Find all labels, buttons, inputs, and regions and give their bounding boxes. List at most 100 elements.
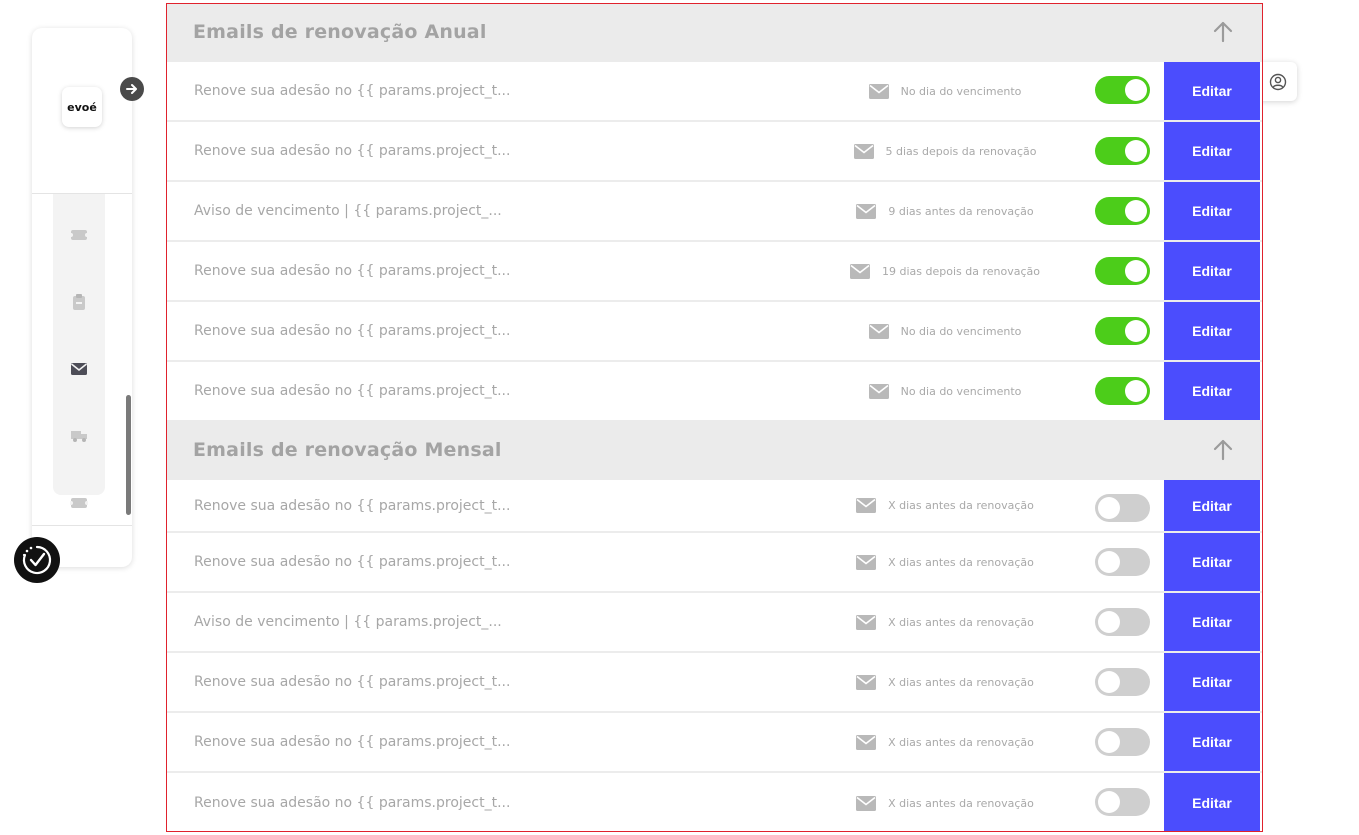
toggle-knob [1098,497,1120,519]
mail-icon [850,263,870,279]
enabled-toggle[interactable] [1095,197,1150,225]
schedule-text: X dias antes da renovação [888,615,1034,629]
user-circle-icon [1269,73,1286,90]
section-header-mensal[interactable]: Emails de renovação Mensal [167,420,1262,480]
arrow-up-icon[interactable] [1210,437,1236,463]
email-subject: Aviso de vencimento | {{ params.project_… [194,203,502,219]
toggle-knob [1098,551,1120,573]
table-row: Renove sua adesão no {{ params.project_t… [167,653,1262,713]
enabled-toggle[interactable] [1095,137,1150,165]
schedule-text: 9 dias antes da renovação [888,204,1034,218]
toggle-knob [1125,380,1147,402]
toggle-knob [1098,791,1120,813]
email-subject: Renove sua adesão no {{ params.project_t… [194,497,511,514]
edit-button[interactable]: Editar [1164,242,1260,300]
arrow-up-icon[interactable] [1210,19,1236,45]
sidebar-nav [53,194,105,508]
email-subject: Renove sua adesão no {{ params.project_t… [194,554,511,570]
email-schedule: No dia do vencimento [817,62,1073,120]
enabled-toggle[interactable] [1095,76,1150,104]
sidebar: evoé [32,28,132,567]
enabled-toggle[interactable] [1095,608,1150,636]
schedule-text: X dias antes da renovação [888,675,1034,689]
schedule-text: No dia do vencimento [900,84,1022,98]
email-subject: Aviso de vencimento | {{ params.project_… [194,614,502,630]
enabled-toggle[interactable] [1095,668,1150,696]
toggle-knob [1098,731,1120,753]
table-row: Renove sua adesão no {{ params.project_t… [167,62,1262,122]
ticket-icon[interactable] [53,223,105,247]
table-row: Aviso de vencimento | {{ params.project_… [167,593,1262,653]
schedule-text: 5 dias depois da renovação [885,144,1037,158]
email-schedule: X dias antes da renovação [817,713,1073,771]
email-schedule: X dias antes da renovação [817,773,1073,831]
mail-icon [856,614,877,630]
table-row: Renove sua adesão no {{ params.project_t… [167,362,1262,420]
sidebar-scrollbar[interactable] [126,395,131,515]
toggle-knob [1125,200,1147,222]
section-header-anual[interactable]: Emails de renovação Anual [167,4,1262,62]
accessibility-button[interactable] [14,537,60,583]
table-row: Renove sua adesão no {{ params.project_t… [167,713,1262,773]
schedule-text: 19 dias depois da renovação [882,264,1040,278]
edit-button[interactable]: Editar [1164,362,1260,420]
edit-button[interactable]: Editar [1164,773,1260,831]
table-row: Renove sua adesão no {{ params.project_t… [167,122,1262,182]
email-schedule: 5 dias depois da renovação [817,122,1073,180]
edit-button[interactable]: Editar [1164,302,1260,360]
section-title: Emails de renovação Anual [193,21,487,43]
truck-icon[interactable] [53,424,105,448]
table-row: Aviso de vencimento | {{ params.project_… [167,182,1262,242]
email-subject: Renove sua adesão no {{ params.project_t… [194,383,511,399]
enabled-toggle[interactable] [1095,377,1150,405]
schedule-text: X dias antes da renovação [888,555,1034,569]
email-subject: Renove sua adesão no {{ params.project_t… [194,795,511,811]
edit-button[interactable]: Editar [1164,653,1260,711]
clipboard-icon[interactable] [53,290,105,314]
mail-icon [856,795,877,811]
edit-button[interactable]: Editar [1164,62,1260,120]
enabled-toggle[interactable] [1095,788,1150,816]
enabled-toggle[interactable] [1095,257,1150,285]
ticket-icon[interactable] [53,491,105,515]
schedule-text: X dias antes da renovação [888,499,1034,512]
edit-button[interactable]: Editar [1164,480,1260,531]
table-row: Renove sua adesão no {{ params.project_t… [167,533,1262,593]
table-row: Renove sua adesão no {{ params.project_t… [167,773,1262,831]
email-subject: Renove sua adesão no {{ params.project_t… [194,323,511,339]
schedule-text: No dia do vencimento [900,384,1022,398]
toggle-knob [1125,79,1147,101]
section-title: Emails de renovação Mensal [193,439,502,461]
email-schedule: X dias antes da renovação [817,593,1073,651]
sidebar-divider [32,525,132,526]
edit-button[interactable]: Editar [1164,713,1260,771]
enabled-toggle[interactable] [1095,317,1150,345]
edit-button[interactable]: Editar [1164,533,1260,591]
mail-icon [856,498,877,513]
table-row: Renove sua adesão no {{ params.project_t… [167,302,1262,362]
email-schedule: X dias antes da renovação [817,480,1073,531]
enabled-toggle[interactable] [1095,548,1150,576]
email-subject: Renove sua adesão no {{ params.project_t… [194,263,511,279]
mail-icon [856,203,877,219]
mail-icon [868,83,889,99]
enabled-toggle[interactable] [1095,494,1150,522]
schedule-text: No dia do vencimento [900,324,1022,338]
sidebar-toggle-button[interactable] [120,77,144,101]
mail-icon [868,383,889,399]
enabled-toggle[interactable] [1095,728,1150,756]
profile-button[interactable] [1258,62,1297,101]
schedule-text: X dias antes da renovação [888,735,1034,749]
edit-button[interactable]: Editar [1164,593,1260,651]
toggle-knob [1125,320,1147,342]
email-subject: Renove sua adesão no {{ params.project_t… [194,734,511,750]
edit-button[interactable]: Editar [1164,122,1260,180]
mail-icon[interactable] [53,357,105,381]
edit-button[interactable]: Editar [1164,182,1260,240]
logo[interactable]: evoé [62,87,102,127]
email-schedule: No dia do vencimento [817,302,1073,360]
schedule-text: X dias antes da renovação [888,796,1034,810]
toggle-knob [1125,260,1147,282]
email-schedule: X dias antes da renovação [817,533,1073,591]
toggle-knob [1098,611,1120,633]
